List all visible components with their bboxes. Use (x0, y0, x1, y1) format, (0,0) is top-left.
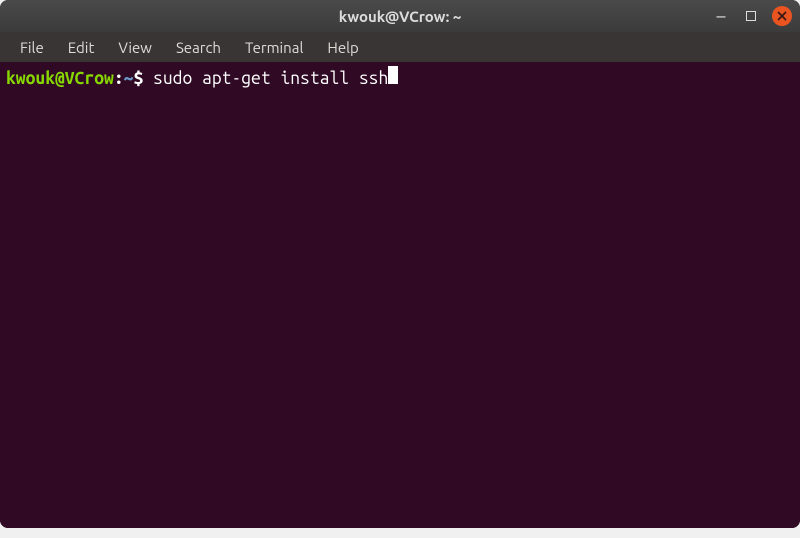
command-text: sudo apt-get install ssh (143, 68, 388, 90)
menu-file[interactable]: File (10, 36, 54, 59)
menu-terminal[interactable]: Terminal (235, 36, 313, 59)
titlebar[interactable]: kwouk@VCrow: ~ – (0, 0, 800, 32)
prompt-path: ~ (124, 68, 134, 90)
prompt-symbol: $ (133, 68, 143, 90)
menu-view[interactable]: View (108, 36, 162, 59)
minimize-icon: – (717, 7, 726, 25)
prompt-line: kwouk@VCrow:~$ sudo apt-get install ssh (6, 66, 794, 90)
menubar: File Edit View Search Terminal Help (0, 32, 800, 62)
prompt-colon: : (114, 68, 124, 90)
close-button[interactable] (772, 6, 792, 26)
cursor (388, 66, 398, 84)
maximize-icon (746, 11, 756, 21)
window-controls: – (712, 6, 792, 26)
menu-edit[interactable]: Edit (58, 36, 105, 59)
terminal-window: kwouk@VCrow: ~ – File Edit View Search T… (0, 0, 800, 528)
menu-help[interactable]: Help (317, 36, 368, 59)
maximize-button[interactable] (742, 7, 760, 25)
prompt-userhost: kwouk@VCrow (6, 68, 114, 90)
minimize-button[interactable]: – (712, 7, 730, 25)
window-title: kwouk@VCrow: ~ (339, 8, 462, 25)
menu-search[interactable]: Search (166, 36, 231, 59)
terminal-body[interactable]: kwouk@VCrow:~$ sudo apt-get install ssh (0, 62, 800, 528)
close-icon (777, 11, 787, 21)
